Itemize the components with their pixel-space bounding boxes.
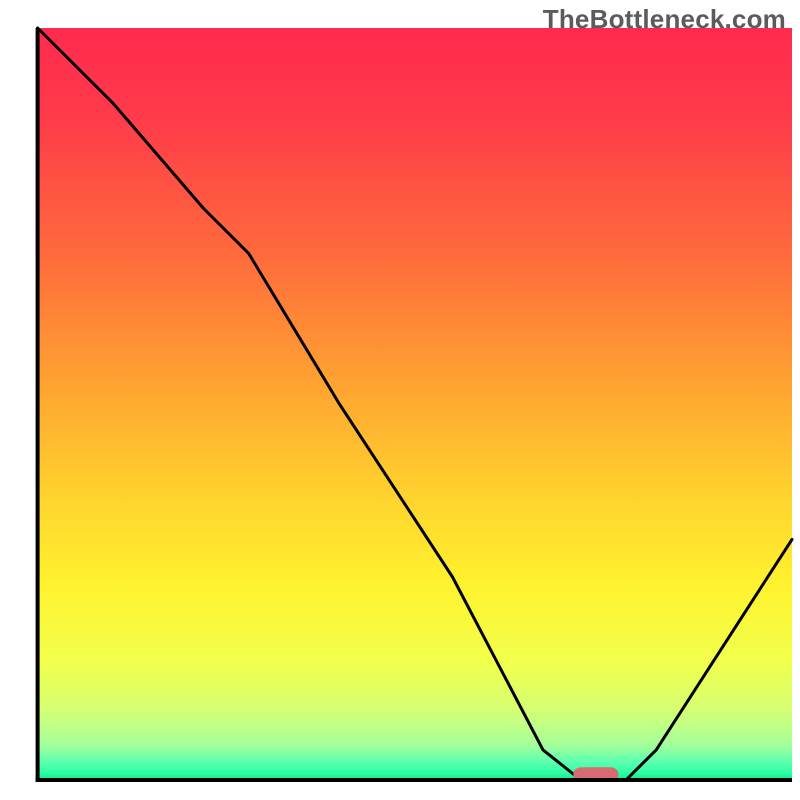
bottleneck-chart	[0, 0, 800, 800]
watermark-text: TheBottleneck.com	[543, 4, 786, 35]
chart-stage: TheBottleneck.com	[0, 0, 800, 800]
plot-background	[38, 28, 792, 780]
